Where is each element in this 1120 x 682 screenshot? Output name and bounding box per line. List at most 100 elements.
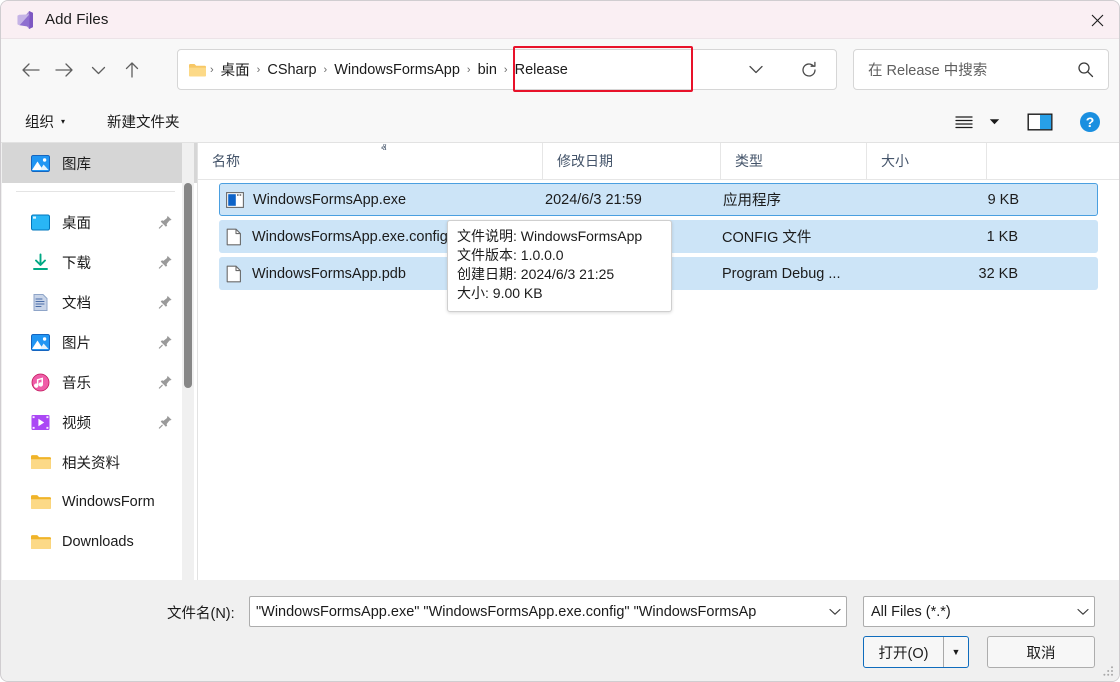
column-header-type[interactable]: 类型	[721, 143, 867, 179]
chevron-down-icon: ▾	[61, 117, 66, 126]
column-header-size[interactable]: 大小	[867, 143, 987, 179]
sidebar-item-label: 桌面	[62, 215, 91, 232]
sidebar-item-label: Downloads	[62, 534, 134, 550]
breadcrumb-item-csharp[interactable]: CSharp	[263, 62, 320, 78]
column-header-label: 类型	[735, 153, 763, 169]
sort-ascending-icon: ⱏ	[381, 143, 387, 155]
sidebar-item-music[interactable]: 音乐	[2, 362, 197, 402]
sidebar-divider	[16, 191, 175, 192]
file-icon	[226, 265, 241, 282]
sidebar-item-label: 相关资料	[62, 455, 120, 472]
chevron-down-glyph	[829, 608, 841, 615]
videos-icon	[31, 414, 50, 430]
organize-button[interactable]: 组织 ▾	[17, 107, 73, 136]
open-button[interactable]: 打开(O) ▼	[863, 636, 969, 668]
close-button[interactable]	[1074, 1, 1119, 39]
sidebar-item-related-materials[interactable]: 相关资料	[2, 442, 197, 482]
sidebar-item-windowsform[interactable]: WindowsForm	[2, 482, 197, 522]
visual-studio-icon	[17, 10, 33, 29]
sidebar-item-documents[interactable]: 文档	[2, 282, 197, 322]
file-icon	[226, 228, 241, 245]
downloads-icon	[33, 253, 48, 270]
filename-label: 文件名(N):	[167, 606, 235, 622]
chevron-down-icon[interactable]	[1072, 608, 1094, 616]
open-split-dropdown[interactable]: ▼	[943, 637, 968, 667]
pin-icon[interactable]	[158, 335, 173, 350]
svg-text:?: ?	[1086, 114, 1095, 130]
table-row[interactable]: WindowsFormsApp.exe 2024/6/3 21:59 应用程序 …	[219, 183, 1098, 216]
search-box[interactable]: 在 Release 中搜索	[853, 49, 1109, 90]
tooltip-line-version: 文件版本: 1.0.0.0	[457, 247, 564, 263]
search-input[interactable]: 在 Release 中搜索	[868, 59, 1077, 80]
file-size: 9 KB	[987, 191, 1019, 208]
back-button[interactable]	[13, 53, 47, 87]
view-options-dropdown[interactable]	[983, 107, 1005, 137]
breadcrumb-item-windowsformsapp[interactable]: WindowsFormsApp	[330, 62, 464, 78]
up-arrow-icon	[125, 62, 139, 78]
toolbar: 组织 ▾ 新建文件夹 ?	[1, 101, 1119, 143]
file-list-pane: ⱏ 名称 修改日期 类型 大小 WindowsFormsApp.exe 2024…	[198, 143, 1119, 580]
file-type: 应用程序	[723, 193, 781, 209]
column-header-name[interactable]: ⱏ 名称	[198, 143, 543, 179]
sidebar-item-videos[interactable]: 视频	[2, 402, 197, 442]
cancel-button[interactable]: 取消	[987, 636, 1095, 668]
folder-icon	[31, 455, 51, 469]
file-name: WindowsFormsApp.pdb	[252, 265, 406, 282]
forward-arrow-icon	[54, 63, 73, 77]
sidebar-item-downloads-cn[interactable]: 下载	[2, 242, 197, 282]
refresh-button[interactable]	[800, 50, 818, 89]
help-icon: ?	[1080, 111, 1100, 132]
folder-icon	[189, 63, 206, 76]
file-name: WindowsFormsApp.exe.config	[252, 228, 448, 245]
chevron-down-icon	[989, 118, 999, 124]
breadcrumb-separator: ›	[323, 63, 328, 76]
preview-pane-button[interactable]	[1023, 107, 1057, 137]
chevron-down-icon	[749, 65, 763, 74]
tooltip-line-created: 创建日期: 2024/6/3 21:25	[457, 266, 615, 282]
pictures-icon	[31, 333, 50, 351]
breadcrumb-separator: ›	[210, 63, 214, 76]
file-date: 2024/6/3 21:59	[545, 191, 642, 208]
recent-locations-button[interactable]	[81, 53, 115, 87]
sidebar-scrollbar-thumb[interactable]	[184, 183, 192, 388]
up-button[interactable]	[115, 53, 149, 87]
sidebar-item-gallery[interactable]: 图库	[2, 143, 197, 183]
file-type-filter-value: All Files (*.*)	[871, 603, 951, 620]
sidebar-item-desktop[interactable]: 桌面	[2, 202, 197, 242]
column-header-label: 名称	[212, 153, 240, 169]
forward-button[interactable]	[47, 53, 81, 87]
breadcrumb-item-desktop[interactable]: 桌面	[217, 59, 254, 80]
gallery-icon	[31, 154, 50, 172]
view-options-button[interactable]	[947, 107, 981, 137]
sidebar-item-pictures[interactable]: 图片	[2, 322, 197, 362]
sidebar-item-downloads-en[interactable]: Downloads	[2, 522, 197, 562]
breadcrumb-item-bin[interactable]: bin	[474, 62, 501, 78]
pin-icon[interactable]	[158, 215, 173, 230]
help-button[interactable]: ?	[1073, 107, 1107, 137]
search-icon	[1078, 62, 1094, 78]
pin-icon[interactable]	[158, 375, 173, 390]
column-header-label: 修改日期	[557, 153, 613, 169]
breadcrumb-item-release[interactable]: Release	[511, 62, 572, 78]
new-folder-button[interactable]: 新建文件夹	[99, 107, 188, 136]
pin-icon[interactable]	[158, 295, 173, 310]
chevron-down-icon[interactable]	[824, 608, 846, 616]
column-header-date[interactable]: 修改日期	[543, 143, 721, 179]
pin-icon[interactable]	[158, 415, 173, 430]
address-bar[interactable]: › 桌面 › CSharp › WindowsFormsApp › bin › …	[177, 49, 837, 90]
sidebar-item-label: 音乐	[62, 375, 91, 392]
breadcrumb-separator: ›	[466, 63, 471, 76]
filename-input[interactable]: "WindowsFormsApp.exe" "WindowsFormsApp.e…	[249, 596, 847, 627]
window-title: Add Files	[45, 11, 109, 28]
pin-icon[interactable]	[158, 255, 173, 270]
sidebar-item-label: 图片	[62, 335, 91, 352]
sidebar-item-label: 下载	[62, 255, 91, 272]
address-dropdown-button[interactable]	[748, 50, 764, 89]
tooltip-line-size: 大小: 9.00 KB	[457, 285, 543, 301]
close-icon	[1091, 14, 1104, 26]
folder-icon	[31, 535, 51, 549]
back-arrow-icon	[21, 63, 40, 77]
organize-label: 组织	[25, 115, 54, 131]
file-type-filter-dropdown[interactable]: All Files (*.*)	[863, 596, 1095, 627]
resize-grip-icon[interactable]	[1101, 664, 1114, 677]
